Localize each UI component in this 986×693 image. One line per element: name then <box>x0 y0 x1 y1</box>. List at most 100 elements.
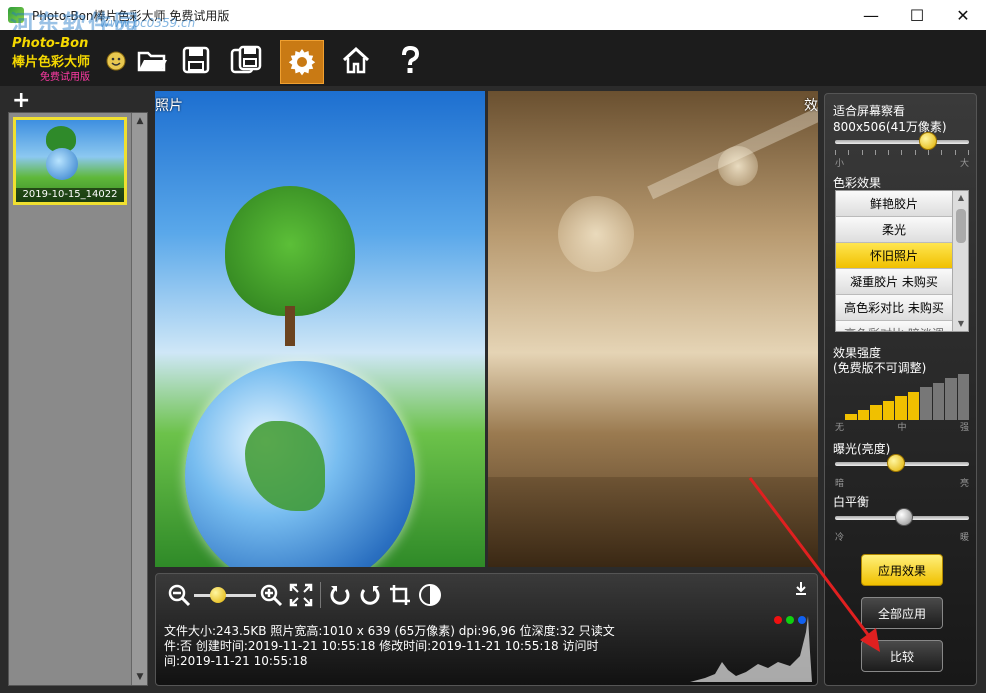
strength-bar <box>957 374 969 420</box>
compare-button[interactable]: 比较 <box>861 640 943 672</box>
toolbar: Photo-Bon 棒片色彩大师 免费试用版 <box>0 30 986 86</box>
settings-icon[interactable] <box>280 40 324 84</box>
view-size-slider-knob[interactable] <box>919 132 937 150</box>
thumbnail-globe <box>46 148 78 180</box>
white-balance-slider-knob[interactable] <box>895 508 913 526</box>
zoom-in-icon[interactable] <box>256 581 286 609</box>
thumbnail-caption: 2019-10-15_14022 <box>16 188 124 202</box>
file-info-line3: 间:2019-11-21 10:55:18 <box>164 654 308 668</box>
strength-bar <box>882 401 894 420</box>
file-info-line2: 件:否 创建时间:2019-11-21 10:55:18 修改时间:2019-1… <box>164 639 599 653</box>
folder-open-icon[interactable] <box>134 42 170 78</box>
histogram <box>650 616 812 682</box>
help-icon[interactable] <box>392 42 428 78</box>
strength-bar <box>857 410 869 420</box>
fit-screen-icon[interactable] <box>286 581 316 609</box>
crop-icon[interactable] <box>385 581 415 609</box>
exposure-low: 暗 <box>835 479 845 489</box>
strength-low: 无 <box>835 423 845 433</box>
white-balance-low: 冷 <box>835 533 845 543</box>
strength-bar <box>907 392 919 420</box>
info-panel: 文件大小:243.5KB 照片宽高:1010 x 639 (65万像素) dpi… <box>155 573 818 686</box>
minimize-button[interactable]: — <box>848 0 894 30</box>
thumbnail-panel: + 2019-10-15_14022 ▲ ▼ <box>8 88 148 686</box>
original-label: 照片 <box>155 98 183 114</box>
histogram-curve <box>650 616 812 682</box>
apply-effect-button[interactable]: 应用效果 <box>861 554 943 586</box>
tree-crown <box>225 186 355 316</box>
zoom-slider[interactable] <box>194 581 256 609</box>
view-mode-label: 适合屏幕察看 <box>833 104 906 118</box>
download-icon[interactable] <box>793 580 809 596</box>
color-effect-title: 色彩效果 <box>833 176 882 190</box>
effect-item-heavy-film[interactable]: 凝重胶片 未购买 <box>836 269 952 295</box>
title-bar: Photo-Bon棒片色彩大师 免费试用版 河东软件园 www.pc0359.c… <box>0 0 986 38</box>
contrast-icon[interactable] <box>415 581 445 609</box>
save-icon[interactable] <box>178 42 214 78</box>
exposure-range: 暗 亮 <box>835 476 969 489</box>
effect-item-vintage[interactable]: 怀旧照片 <box>836 243 952 269</box>
strength-bar <box>870 405 882 420</box>
rotate-right-icon[interactable] <box>355 581 385 609</box>
save-as-icon[interactable] <box>228 42 264 78</box>
view-size-max: 大 <box>959 159 969 169</box>
zoom-slider-knob[interactable] <box>210 587 226 603</box>
home-icon[interactable] <box>338 42 374 78</box>
effect-scroll-up-icon[interactable]: ▲ <box>953 191 968 205</box>
effect-label: 效 <box>804 98 818 114</box>
window-controls: — ☐ ✕ <box>848 0 986 30</box>
smiley-icon[interactable] <box>98 42 134 78</box>
color-effect-list: 鲜艳胶片 柔光 怀旧照片 凝重胶片 未购买 高色彩对比 未购买 高色彩对比 暗淡… <box>835 190 969 332</box>
logo-line1: Photo-Bon <box>12 36 89 51</box>
flower-field <box>488 477 818 567</box>
strength-mid: 中 <box>897 423 907 433</box>
white-balance-high: 暖 <box>959 533 969 543</box>
strength-high: 强 <box>959 423 969 433</box>
scroll-down-icon[interactable]: ▼ <box>132 669 148 685</box>
view-size-range: 小 大 <box>835 156 969 169</box>
toolbar-separator <box>320 582 321 608</box>
thumbnail-item[interactable]: 2019-10-15_14022 <box>13 117 127 205</box>
exposure-slider[interactable] <box>835 454 969 474</box>
view-size-min: 小 <box>835 159 845 169</box>
effect-list-scrollbar[interactable]: ▲ ▼ <box>952 191 968 331</box>
effect-scroll-down-icon[interactable]: ▼ <box>953 317 968 331</box>
thumbnail-scrollbar[interactable]: ▲ ▼ <box>131 113 147 685</box>
file-info: 文件大小:243.5KB 照片宽高:1010 x 639 (65万像素) dpi… <box>164 624 634 669</box>
exposure-high: 亮 <box>959 479 969 489</box>
original-image-pane[interactable]: 照片 <box>155 91 485 567</box>
add-photo-button[interactable]: + <box>12 88 30 113</box>
effect-scroll-thumb[interactable] <box>956 209 966 243</box>
effect-item-soft-light[interactable]: 柔光 <box>836 217 952 243</box>
effect-control-panel: 适合屏幕察看 800x506(41万像素) 小 大 色彩效果 鲜艳胶片 柔光 怀… <box>824 93 977 686</box>
watermark-url: www.pc0359.cn <box>100 16 196 30</box>
close-button[interactable]: ✕ <box>940 0 986 30</box>
view-size-slider[interactable] <box>835 132 969 152</box>
white-balance-range: 冷 暖 <box>835 530 969 543</box>
rotate-left-icon[interactable] <box>325 581 355 609</box>
apply-all-button[interactable]: 全部应用 <box>861 597 943 629</box>
lens-flare <box>558 196 634 272</box>
thumbnail-list: 2019-10-15_14022 ▲ ▼ <box>8 112 148 686</box>
effect-image-pane[interactable]: 效 <box>488 91 818 567</box>
app-icon <box>8 7 24 23</box>
effect-item-vivid-film[interactable]: 鲜艳胶片 <box>836 191 952 217</box>
strength-bar <box>932 383 944 420</box>
effect-item-high-contrast[interactable]: 高色彩对比 未购买 <box>836 295 952 321</box>
maximize-button[interactable]: ☐ <box>894 0 940 30</box>
strength-bar <box>920 387 932 420</box>
exposure-slider-knob[interactable] <box>887 454 905 472</box>
file-info-line1: 文件大小:243.5KB 照片宽高:1010 x 639 (65万像素) dpi… <box>164 624 615 638</box>
tree-trunk <box>285 306 295 346</box>
white-balance-slider[interactable] <box>835 508 969 528</box>
lens-flare-small <box>718 146 758 186</box>
strength-bar <box>895 396 907 420</box>
scroll-up-icon[interactable]: ▲ <box>132 113 148 129</box>
view-size-slider-track <box>835 140 969 144</box>
zoom-tools <box>164 580 445 610</box>
app-logo: Photo-Bon 棒片色彩大师 免费试用版 <box>12 36 110 86</box>
effect-item-high-contrast-dim[interactable]: 高色彩对比 暗淡调 <box>836 321 952 331</box>
zoom-out-icon[interactable] <box>164 581 194 609</box>
strength-bar <box>945 378 957 420</box>
effect-strength-meter <box>845 372 969 420</box>
